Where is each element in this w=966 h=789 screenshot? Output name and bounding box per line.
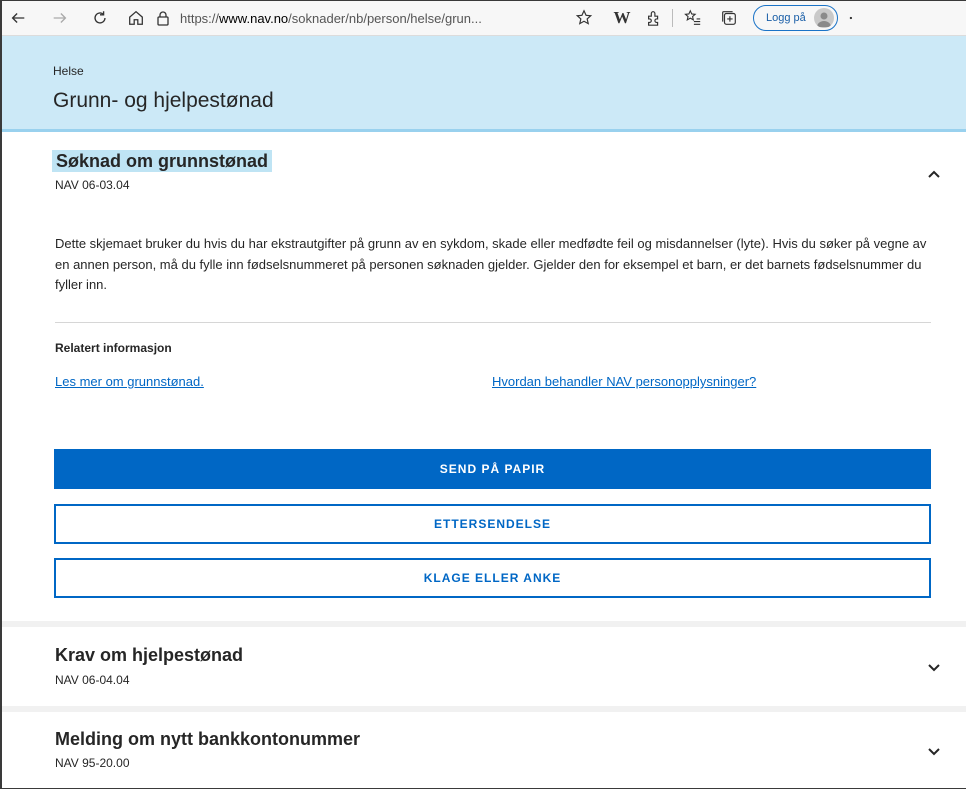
breadcrumb[interactable]: Helse [53,64,84,78]
toolbar-separator [672,9,673,27]
related-info-heading: Relatert informasjon [55,341,172,355]
lock-icon[interactable] [156,10,170,26]
address-bar[interactable]: https://www.nav.no/soknader/nb/person/he… [156,5,556,31]
form-panel-bankkonto[interactable]: Melding om nytt bankkontonummer NAV 95-2… [2,712,966,788]
extensions-icon[interactable] [640,4,668,32]
send-paper-button[interactable]: SEND PÅ PAPIR [54,449,931,489]
chevron-down-icon[interactable] [926,660,942,676]
profile-avatar-icon [813,8,834,28]
more-menu-icon[interactable] [842,4,858,32]
page-header: Helse Grunn- og hjelpestønad [2,36,966,132]
home-icon[interactable] [122,4,150,32]
url-text: https://www.nav.no/soknader/nb/person/he… [180,10,482,26]
browser-toolbar: https://www.nav.no/soknader/nb/person/he… [2,1,966,36]
link-privacy[interactable]: Hvordan behandler NAV personopplysninger… [492,374,756,389]
form-title: Søknad om grunnstønad [52,150,273,172]
form-number: NAV 06-04.04 [55,673,130,687]
chevron-up-icon[interactable] [926,166,942,182]
form-panel-grunnstonad: Søknad om grunnstønad NAV 06-03.04 Dette… [2,132,966,621]
favorite-star-icon[interactable] [570,4,598,32]
forward-icon[interactable] [46,4,74,32]
form-title: Krav om hjelpestønad [55,645,244,665]
wikipedia-extension-icon[interactable]: W [608,4,636,32]
form-description: Dette skjemaet bruker du hvis du har eks… [55,236,927,292]
browser-window: https://www.nav.no/soknader/nb/person/he… [0,0,966,789]
form-title-wrapper[interactable]: Søknad om grunnstønad [52,150,273,172]
back-icon[interactable] [4,4,32,32]
klage-button[interactable]: KLAGE ELLER ANKE [54,558,931,598]
form-panel-hjelpestonad[interactable]: Krav om hjelpestønad NAV 06-04.04 [2,627,966,706]
ettersendelse-button[interactable]: ETTERSENDELSE [54,504,931,544]
form-number: NAV 95-20.00 [55,756,130,770]
form-title: Melding om nytt bankkontonummer [55,729,361,749]
login-label: Logg på [766,12,806,24]
chevron-down-icon[interactable] [926,744,942,760]
divider [55,322,931,323]
link-read-more[interactable]: Les mer om grunnstønad. [55,374,204,389]
page-title: Grunn- og hjelpestønad [53,89,274,112]
form-number: NAV 06-03.04 [55,178,130,192]
login-button[interactable]: Logg på [753,5,838,31]
refresh-icon[interactable] [86,4,114,32]
collections-icon[interactable] [715,4,743,32]
favorites-list-icon[interactable] [679,4,707,32]
